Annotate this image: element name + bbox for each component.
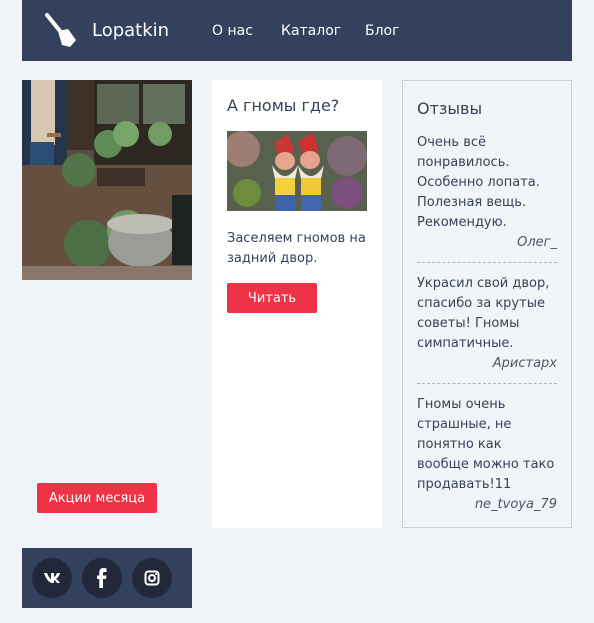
nav-catalog[interactable]: Каталог xyxy=(281,21,341,41)
review-author: Аристарх xyxy=(492,356,557,371)
review-item: Гномы очень страшные, не понятно как воо… xyxy=(417,395,557,515)
read-button[interactable]: Читать xyxy=(227,283,317,313)
instagram-glyph xyxy=(144,570,160,586)
storefront-image xyxy=(22,80,192,280)
reviews-panel: Отзывы Очень всё понравилось. Особенно л… xyxy=(402,80,572,528)
review-divider xyxy=(417,262,557,263)
review-text: Украсил свой двор, спасибо за крутые сов… xyxy=(417,276,550,351)
review-author: ne_tvoya_79 xyxy=(474,497,557,512)
reviews-title: Отзывы xyxy=(417,99,483,118)
article-title[interactable]: А гномы где? xyxy=(227,94,377,118)
promo-image xyxy=(22,80,192,280)
shovel-icon[interactable] xyxy=(44,11,80,49)
facebook-icon[interactable] xyxy=(82,558,122,598)
review-author: Олег_ xyxy=(517,235,557,250)
nav-about[interactable]: О нас xyxy=(212,21,253,41)
gnomes-photo xyxy=(227,131,367,211)
nav-blog[interactable]: Блог xyxy=(365,21,399,41)
gnomes-image[interactable] xyxy=(227,131,367,211)
social-links xyxy=(22,548,192,608)
article-description: Заселяем гномов на задний двор. xyxy=(227,231,366,266)
vk-icon[interactable] xyxy=(32,558,72,598)
facebook-glyph xyxy=(97,568,107,588)
instagram-icon[interactable] xyxy=(132,558,172,598)
review-text: Очень всё понравилось. Особенно лопата. … xyxy=(417,135,540,230)
review-divider xyxy=(417,383,557,384)
site-header: Lopatkin О нас Каталог Блог xyxy=(22,0,572,61)
brand-name[interactable]: Lopatkin xyxy=(92,19,169,43)
monthly-offers-button[interactable]: Акции месяца xyxy=(37,483,157,513)
review-item: Украсил свой двор, спасибо за крутые сов… xyxy=(417,274,557,374)
review-item: Очень всё понравилось. Особенно лопата. … xyxy=(417,133,557,253)
vk-glyph xyxy=(44,573,60,583)
article-card: А гномы где? Заселяем гномов на задний д… xyxy=(212,80,382,528)
review-text: Гномы очень страшные, не понятно как воо… xyxy=(417,397,555,492)
